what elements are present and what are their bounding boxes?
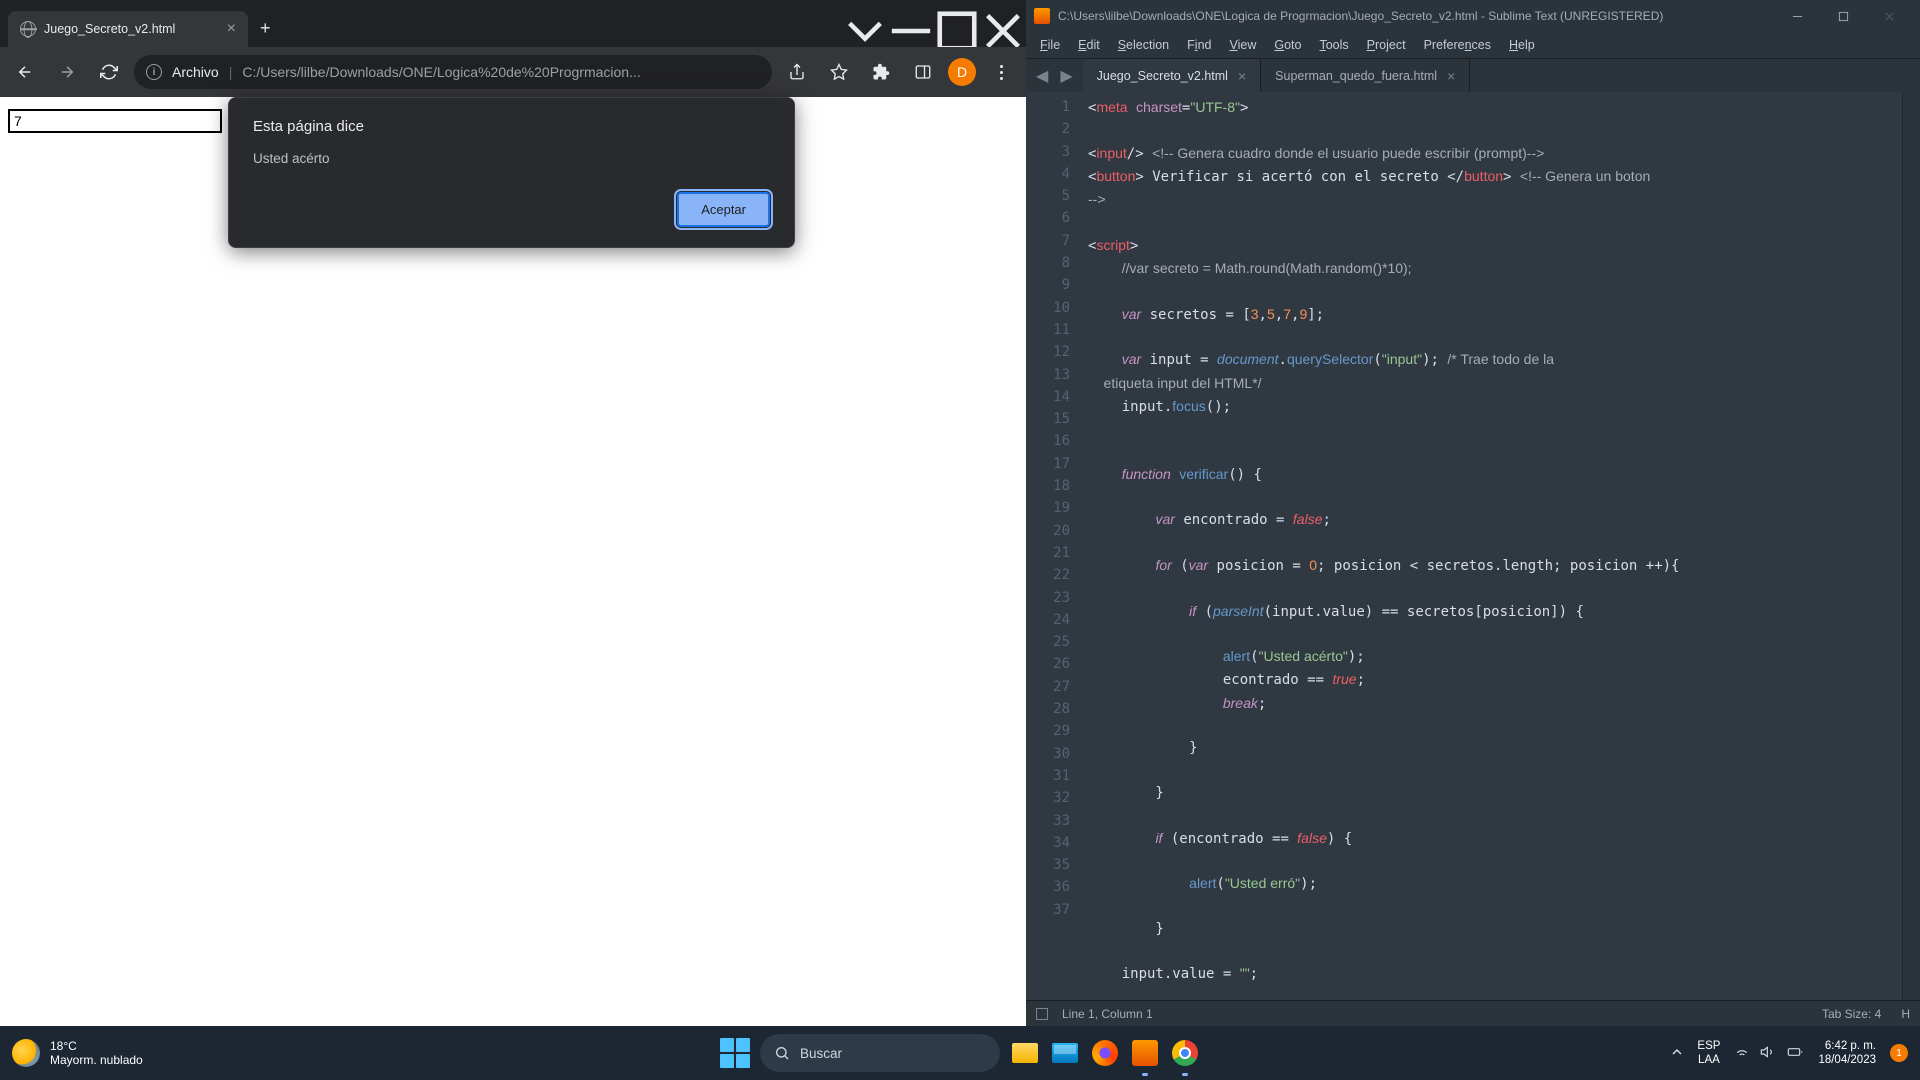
forward-button[interactable] — [50, 55, 84, 89]
chrome-icon[interactable] — [1170, 1038, 1200, 1068]
menu-selection[interactable]: Selection — [1110, 35, 1177, 55]
explorer-icon[interactable] — [1010, 1038, 1040, 1068]
taskbar: 18°C Mayorm. nublado Buscar ESP LAA 6:42… — [0, 1026, 1920, 1080]
minimize-button[interactable] — [888, 15, 934, 47]
menu-goto[interactable]: Goto — [1266, 35, 1309, 55]
menu-file[interactable]: File — [1032, 35, 1068, 55]
tab-bar: ◀ ▶ Juego_Secreto_v2.html × Superman_que… — [1026, 58, 1920, 92]
taskbar-center: Buscar — [720, 1034, 1200, 1072]
tab-label: Superman_quedo_fuera.html — [1275, 69, 1437, 83]
close-button[interactable] — [1866, 1, 1912, 31]
close-icon[interactable]: × — [227, 20, 236, 38]
window-title: C:\Users\lilbe\Downloads\ONE\Logica de P… — [1058, 9, 1766, 23]
system-tray: ESP LAA 6:42 p. m. 18/04/2023 1 — [1671, 1039, 1908, 1067]
cursor-position: Line 1, Column 1 — [1062, 1007, 1153, 1021]
weather-icon — [12, 1039, 40, 1067]
menu-button[interactable] — [984, 55, 1018, 89]
info-icon[interactable]: i — [146, 64, 162, 80]
maximize-button[interactable] — [1820, 1, 1866, 31]
sublime-window: C:\Users\lilbe\Downloads\ONE\Logica de P… — [1026, 0, 1920, 1026]
url-scheme-label: Archivo — [172, 64, 219, 80]
wifi-icon[interactable] — [1734, 1044, 1750, 1063]
language-indicator[interactable]: ESP LAA — [1697, 1039, 1720, 1067]
window-controls — [842, 13, 1026, 47]
menu-edit[interactable]: Edit — [1070, 35, 1108, 55]
mail-icon[interactable] — [1050, 1038, 1080, 1068]
url-text: C:/Users/lilbe/Downloads/ONE/Logica%20de… — [242, 64, 760, 80]
globe-icon — [20, 21, 36, 37]
line-gutter: 1 2 3 4 5 6 7 8 9 10 11 12 13 14 15 16 1… — [1026, 92, 1080, 1000]
close-icon[interactable]: × — [1238, 68, 1246, 84]
battery-icon[interactable] — [1786, 1044, 1804, 1063]
menu-tools[interactable]: Tools — [1311, 35, 1356, 55]
address-bar[interactable]: i Archivo | C:/Users/lilbe/Downloads/ONE… — [134, 55, 772, 89]
alert-dialog: Esta página dice Usted acérto Aceptar — [228, 97, 795, 248]
maximize-button[interactable] — [934, 15, 980, 47]
chevron-down-icon[interactable] — [842, 15, 888, 47]
reload-button[interactable] — [92, 55, 126, 89]
status-bar: Line 1, Column 1 Tab Size: 4 H — [1026, 1000, 1920, 1026]
menu-project[interactable]: Project — [1359, 35, 1414, 55]
tab-label: Juego_Secreto_v2.html — [1097, 69, 1228, 83]
sublime-logo-icon — [1034, 8, 1050, 24]
browser-tab[interactable]: Juego_Secreto_v2.html × — [8, 11, 248, 47]
start-button[interactable] — [720, 1038, 750, 1068]
search-box[interactable]: Buscar — [760, 1034, 1000, 1072]
editor-tab[interactable]: Juego_Secreto_v2.html × — [1083, 59, 1262, 92]
search-placeholder: Buscar — [800, 1046, 842, 1061]
volume-icon[interactable] — [1760, 1044, 1776, 1063]
editor-area: 1 2 3 4 5 6 7 8 9 10 11 12 13 14 15 16 1… — [1026, 92, 1920, 1000]
code-content[interactable]: <meta charset="UTF-8"> <input/> <!-- Gen… — [1080, 92, 1902, 1000]
alert-title: Esta página dice — [253, 118, 770, 135]
next-tab-button[interactable]: ▶ — [1056, 62, 1076, 90]
accept-button[interactable]: Aceptar — [677, 192, 770, 227]
prev-tab-button[interactable]: ◀ — [1032, 62, 1052, 90]
menu-view[interactable]: View — [1221, 35, 1264, 55]
weather-widget[interactable]: 18°C Mayorm. nublado — [12, 1039, 143, 1067]
tray-overflow-icon[interactable] — [1671, 1046, 1683, 1061]
sublime-icon[interactable] — [1130, 1038, 1160, 1068]
sublime-titlebar: C:\Users\lilbe\Downloads\ONE\Logica de P… — [1026, 0, 1920, 32]
minimap[interactable] — [1902, 92, 1920, 1000]
search-icon — [774, 1045, 790, 1061]
new-tab-button[interactable]: + — [248, 10, 283, 47]
close-button[interactable] — [980, 15, 1026, 47]
bookmark-icon[interactable] — [822, 55, 856, 89]
minimize-button[interactable] — [1774, 1, 1820, 31]
profile-avatar[interactable]: D — [948, 58, 976, 86]
notification-badge[interactable]: 1 — [1890, 1044, 1908, 1062]
tray-icons — [1734, 1044, 1804, 1063]
window-controls — [1774, 1, 1912, 31]
share-icon[interactable] — [780, 55, 814, 89]
back-button[interactable] — [8, 55, 42, 89]
panel-toggle-icon[interactable] — [1036, 1008, 1048, 1020]
syntax-label[interactable]: H — [1901, 1007, 1910, 1021]
menu-bar: File Edit Selection Find View Goto Tools… — [1026, 32, 1920, 58]
editor-tab[interactable]: Superman_quedo_fuera.html × — [1261, 59, 1470, 92]
alert-actions: Aceptar — [253, 192, 770, 227]
weather-desc: Mayorm. nublado — [50, 1053, 143, 1067]
firefox-icon[interactable] — [1090, 1038, 1120, 1068]
menu-find[interactable]: Find — [1179, 35, 1219, 55]
clock[interactable]: 6:42 p. m. 18/04/2023 — [1818, 1039, 1876, 1067]
chrome-toolbar: i Archivo | C:/Users/lilbe/Downloads/ONE… — [0, 47, 1026, 97]
chrome-tabstrip: Juego_Secreto_v2.html × + — [0, 10, 842, 47]
temperature: 18°C — [50, 1039, 143, 1053]
chrome-titlebar: Juego_Secreto_v2.html × + — [0, 0, 1026, 47]
guess-input[interactable] — [8, 109, 222, 133]
url-separator: | — [229, 64, 233, 80]
tab-nav: ◀ ▶ — [1026, 62, 1083, 90]
chrome-window: Juego_Secreto_v2.html × + i Archivo | C:… — [0, 0, 1026, 1026]
sidepanel-icon[interactable] — [906, 55, 940, 89]
alert-message: Usted acérto — [253, 151, 770, 166]
extensions-icon[interactable] — [864, 55, 898, 89]
close-icon[interactable]: × — [1447, 68, 1455, 84]
tab-title: Juego_Secreto_v2.html — [44, 22, 175, 36]
menu-preferences[interactable]: Preferences — [1416, 35, 1499, 55]
tab-size[interactable]: Tab Size: 4 — [1822, 1007, 1881, 1021]
page-viewport: Esta página dice Usted acérto Aceptar — [0, 97, 1026, 1026]
menu-help[interactable]: Help — [1501, 35, 1543, 55]
